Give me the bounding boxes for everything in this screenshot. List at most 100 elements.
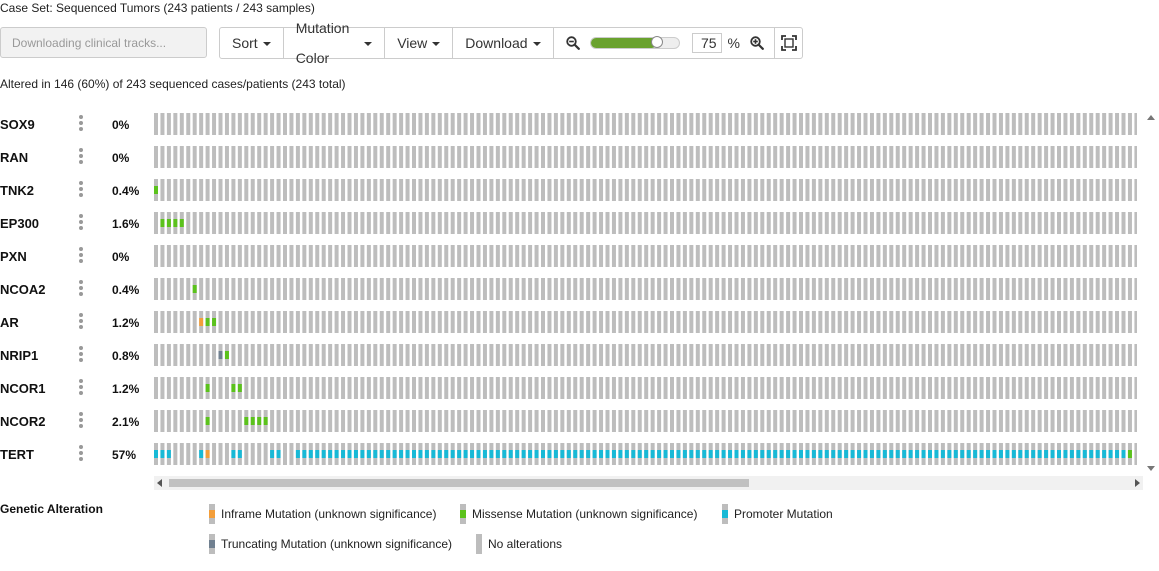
sample-cell (605, 113, 610, 135)
mutation-mark (624, 450, 629, 458)
mutation-mark (463, 450, 468, 458)
sample-cell (321, 212, 326, 234)
sample-cell (1102, 245, 1107, 267)
mutation-mark (276, 450, 281, 458)
sample-cell (160, 311, 165, 333)
sample-cell (657, 410, 662, 432)
track-cells[interactable] (154, 113, 1137, 135)
sample-cell (908, 212, 913, 234)
scroll-up-icon[interactable] (1147, 114, 1155, 120)
clinical-tracks-dropdown[interactable]: Downloading clinical tracks... (0, 27, 207, 58)
track-cells[interactable] (154, 410, 1137, 432)
legend-swatch (722, 504, 728, 524)
sample-cell (166, 179, 171, 201)
sample-cell (218, 113, 223, 135)
sample-cell (1063, 245, 1068, 267)
track-menu-icon[interactable] (79, 412, 83, 430)
sample-cell (1044, 146, 1049, 168)
download-button[interactable]: Download (453, 28, 554, 58)
sample-cell (947, 146, 952, 168)
sample-cell (560, 410, 565, 432)
track-menu-icon[interactable] (79, 181, 83, 199)
sample-cell (740, 344, 745, 366)
sort-button[interactable]: Sort (220, 28, 284, 58)
horizontal-scrollbar-thumb[interactable] (169, 479, 749, 487)
sample-cell (444, 245, 449, 267)
mutation-mark (560, 450, 565, 458)
track-menu-icon[interactable] (79, 445, 83, 463)
sample-cell (618, 146, 623, 168)
sample-cell (270, 311, 275, 333)
caret-down-icon (532, 41, 541, 46)
sample-cell (947, 278, 952, 300)
track-cells[interactable] (154, 179, 1137, 201)
sample-cell (876, 146, 881, 168)
scroll-down-icon[interactable] (1147, 466, 1155, 472)
track-cells[interactable] (154, 278, 1137, 300)
sample-cell (895, 311, 900, 333)
fit-to-screen-button[interactable] (775, 28, 802, 58)
sample-cell (173, 344, 178, 366)
track-menu-icon[interactable] (79, 346, 83, 364)
track-cells[interactable] (154, 212, 1137, 234)
track-cells[interactable] (154, 377, 1137, 399)
sample-cell (360, 113, 365, 135)
zoom-out-icon[interactable] (565, 36, 580, 50)
sample-cell (321, 278, 326, 300)
sample-cell (302, 410, 307, 432)
scroll-right-icon[interactable] (1134, 479, 1140, 487)
sample-cell (360, 278, 365, 300)
sample-cell (1134, 377, 1137, 399)
view-button[interactable]: View (385, 28, 454, 58)
mutation-color-button[interactable]: Mutation Color (284, 20, 386, 66)
sample-cell (605, 212, 610, 234)
sample-cell (702, 245, 707, 267)
scroll-left-icon[interactable] (157, 479, 163, 487)
track-menu-icon[interactable] (79, 148, 83, 166)
sample-cell (818, 344, 823, 366)
track-menu-icon[interactable] (79, 379, 83, 397)
vertical-scrollbar[interactable] (1143, 110, 1159, 474)
sample-cell (579, 377, 584, 399)
track-menu-icon[interactable] (79, 280, 83, 298)
sample-cell (334, 146, 339, 168)
track-menu-icon[interactable] (79, 247, 83, 265)
sample-cell (824, 344, 829, 366)
mutation-mark (631, 450, 636, 458)
sample-cell (289, 344, 294, 366)
sample-cell (702, 344, 707, 366)
sample-cell (405, 377, 410, 399)
track-cells[interactable] (154, 344, 1137, 366)
sample-cell (850, 113, 855, 135)
track-cells[interactable] (154, 443, 1137, 465)
sample-cell (444, 179, 449, 201)
sample-cell (805, 344, 810, 366)
track-cells[interactable] (154, 311, 1137, 333)
track-menu-icon[interactable] (79, 115, 83, 133)
track-cells[interactable] (154, 146, 1137, 168)
zoom-slider[interactable] (589, 36, 680, 49)
sample-cell (579, 113, 584, 135)
sample-cell (444, 311, 449, 333)
sample-cell (831, 311, 836, 333)
sample-cell (831, 113, 836, 135)
sample-cell (353, 146, 358, 168)
sample-cell (1011, 146, 1016, 168)
sample-cell (760, 245, 765, 267)
zoom-in-icon[interactable] (750, 36, 764, 50)
zoom-slider-handle[interactable] (650, 36, 663, 48)
horizontal-scrollbar[interactable] (154, 476, 1143, 490)
track-cells[interactable] (154, 245, 1137, 267)
track-menu-icon[interactable] (79, 214, 83, 232)
sample-cell (482, 278, 487, 300)
mutation-mark (541, 450, 545, 458)
sample-cell (418, 278, 423, 300)
sample-cell (541, 311, 545, 333)
track-menu-icon[interactable] (79, 313, 83, 331)
sample-cell (1037, 113, 1042, 135)
sample-cell (837, 410, 842, 432)
sample-cell (624, 113, 629, 135)
sample-cell (444, 278, 449, 300)
sample-cell (986, 278, 991, 300)
zoom-input[interactable] (691, 33, 722, 53)
